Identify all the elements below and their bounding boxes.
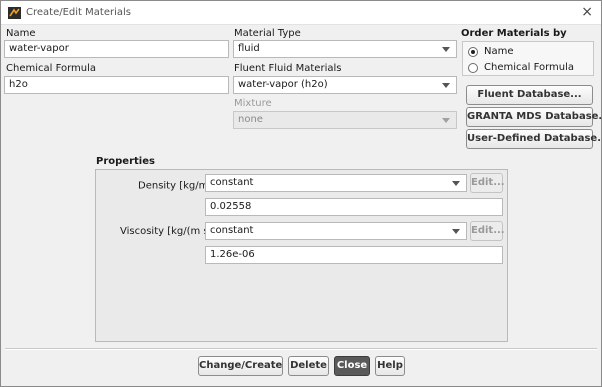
viscosity-method-select[interactable]: constant	[205, 222, 467, 240]
order-by-chemical-formula-label: Chemical Formula	[484, 62, 575, 73]
chevron-down-icon	[452, 229, 460, 234]
name-label: Name	[6, 28, 36, 39]
chevron-down-icon	[442, 47, 450, 52]
radio-unselected-icon[interactable]	[468, 63, 478, 73]
fluent-fluid-materials-select[interactable]: water-vapor (h2o)	[233, 76, 457, 94]
close-icon[interactable]: ×	[581, 4, 593, 20]
title-bar: Create/Edit Materials ×	[1, 1, 601, 25]
user-defined-database-button[interactable]: User-Defined Database...	[466, 129, 602, 149]
fluent-fluid-materials-value: water-vapor (h2o)	[238, 79, 328, 90]
order-by-option-chemical-formula[interactable]: Chemical Formula	[468, 61, 592, 75]
radio-selected-icon[interactable]	[468, 47, 478, 57]
order-by-name-label: Name	[484, 46, 514, 57]
chevron-down-icon	[452, 181, 460, 186]
viscosity-edit-button: Edit...	[470, 221, 505, 241]
fluent-fluid-materials-label: Fluent Fluid Materials	[234, 63, 342, 74]
name-input[interactable]: water-vapor	[4, 40, 229, 58]
change-create-button[interactable]: Change/Create	[198, 356, 283, 376]
mixture-select: none	[233, 111, 457, 129]
density-value-input[interactable]: 0.02558	[205, 198, 503, 216]
chevron-down-icon	[442, 83, 450, 88]
app-icon	[8, 7, 21, 19]
window-title: Create/Edit Materials	[26, 7, 131, 18]
material-type-select[interactable]: fluid	[233, 40, 457, 58]
granta-mds-database-button[interactable]: GRANTA MDS Database...	[466, 107, 602, 127]
material-type-label: Material Type	[234, 28, 301, 39]
viscosity-value-input[interactable]: 1.26e-06	[205, 246, 503, 264]
viscosity-method-value: constant	[210, 225, 254, 236]
chemical-formula-label: Chemical Formula	[6, 63, 97, 74]
create-edit-materials-dialog: Create/Edit Materials × Name water-vapor…	[0, 0, 602, 387]
fluent-database-button[interactable]: Fluent Database...	[466, 85, 593, 105]
order-by-option-name[interactable]: Name	[468, 45, 588, 59]
chevron-down-icon	[442, 118, 450, 123]
mixture-label: Mixture	[234, 98, 272, 109]
close-button[interactable]: Close	[334, 356, 370, 376]
footer-divider-highlight	[5, 349, 597, 350]
viscosity-label: Viscosity [kg/(m s)]	[120, 226, 217, 237]
mixture-value: none	[238, 114, 263, 125]
properties-title: Properties	[96, 156, 155, 167]
density-edit-button: Edit...	[470, 173, 505, 193]
delete-button[interactable]: Delete	[288, 356, 329, 376]
order-by-title: Order Materials by	[461, 28, 567, 39]
density-method-select[interactable]: constant	[205, 174, 467, 192]
properties-panel: Density [kg/m3] constant Edit... 0.02558…	[95, 169, 508, 342]
material-type-value: fluid	[238, 43, 260, 54]
density-method-value: constant	[210, 177, 254, 188]
order-by-group: Name Chemical Formula	[462, 41, 594, 76]
help-button[interactable]: Help	[375, 356, 405, 376]
chemical-formula-input[interactable]: h2o	[4, 76, 229, 94]
